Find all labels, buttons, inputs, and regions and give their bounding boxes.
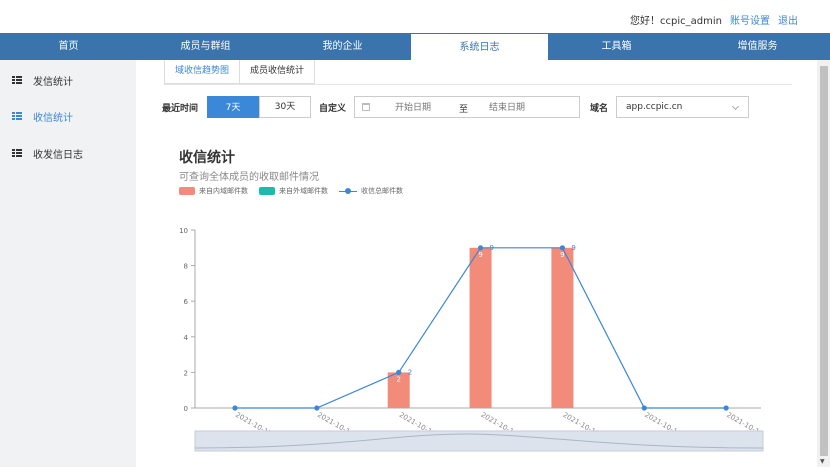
sidebar-item-label: 发信统计 [33,76,73,88]
nav-item-toolbox[interactable]: 工具箱 [548,33,685,60]
y-tick-label: 10 [179,227,188,235]
nav-item-members[interactable]: 成员与群组 [137,33,274,60]
nav-item-enterprise[interactable]: 我的企业 [274,33,411,60]
y-tick-label: 4 [184,334,189,342]
line-point [232,405,238,411]
sidebar-item-mail-log[interactable]: 收发信日志 [0,143,136,163]
y-tick-label: 6 [184,298,189,306]
account-settings-link[interactable]: 账号设置 [730,12,770,27]
scroll-down-icon[interactable]: ▼ [820,458,825,465]
line-point [641,405,647,411]
logout-link[interactable]: 退出 [778,12,798,27]
bar-data-label: 9 [478,251,482,259]
sidebar-item-receive-stats[interactable]: 收信统计 [0,106,136,126]
nav-item-value-added[interactable]: 增值服务 [685,33,830,60]
main-nav: 首页 成员与群组 我的企业 系统日志 工具箱 增值服务 [0,33,830,60]
page-scrollbar[interactable]: ▼ [817,60,830,467]
line-data-label: 9 [490,244,494,252]
line-point [314,405,320,411]
main-content: 域收信趋势图 成员收信统计 最近时间 7天 30天 自定义 至 域名 app.c… [136,60,817,467]
line-data-label: 9 [571,244,575,252]
grid-icon [12,148,22,158]
y-tick-label: 2 [184,369,188,377]
bar-data-label: 2 [396,375,400,383]
line-point [559,245,566,251]
grid-icon [12,75,22,85]
y-tick-label: 8 [184,263,188,271]
sidebar-item-label: 收信统计 [33,112,73,124]
line-point [396,369,402,375]
nav-item-home[interactable]: 首页 [0,33,137,60]
bar [469,247,492,408]
line-data-label: 2 [408,368,412,376]
nav-item-system-log[interactable]: 系统日志 [411,33,548,60]
grid-icon [12,111,22,121]
line-point [477,245,484,251]
y-tick-label: 0 [184,405,188,413]
sidebar: 发信统计 收信统计 收发信日志 [0,60,136,467]
line-point [723,405,729,411]
top-bar: 您好！ccpic_admin 账号设置 退出 [0,0,830,33]
receive-stats-chart: 024681029 929 92021-10-17 2021-10-16 2021-10… [179,227,764,452]
user-greeting: 您好！ccpic_admin [630,16,722,27]
scrollbar-thumb[interactable] [820,66,828,456]
bar [551,247,574,408]
sidebar-item-send-stats[interactable]: 发信统计 [0,70,136,90]
sidebar-item-label: 收发信日志 [33,149,83,161]
